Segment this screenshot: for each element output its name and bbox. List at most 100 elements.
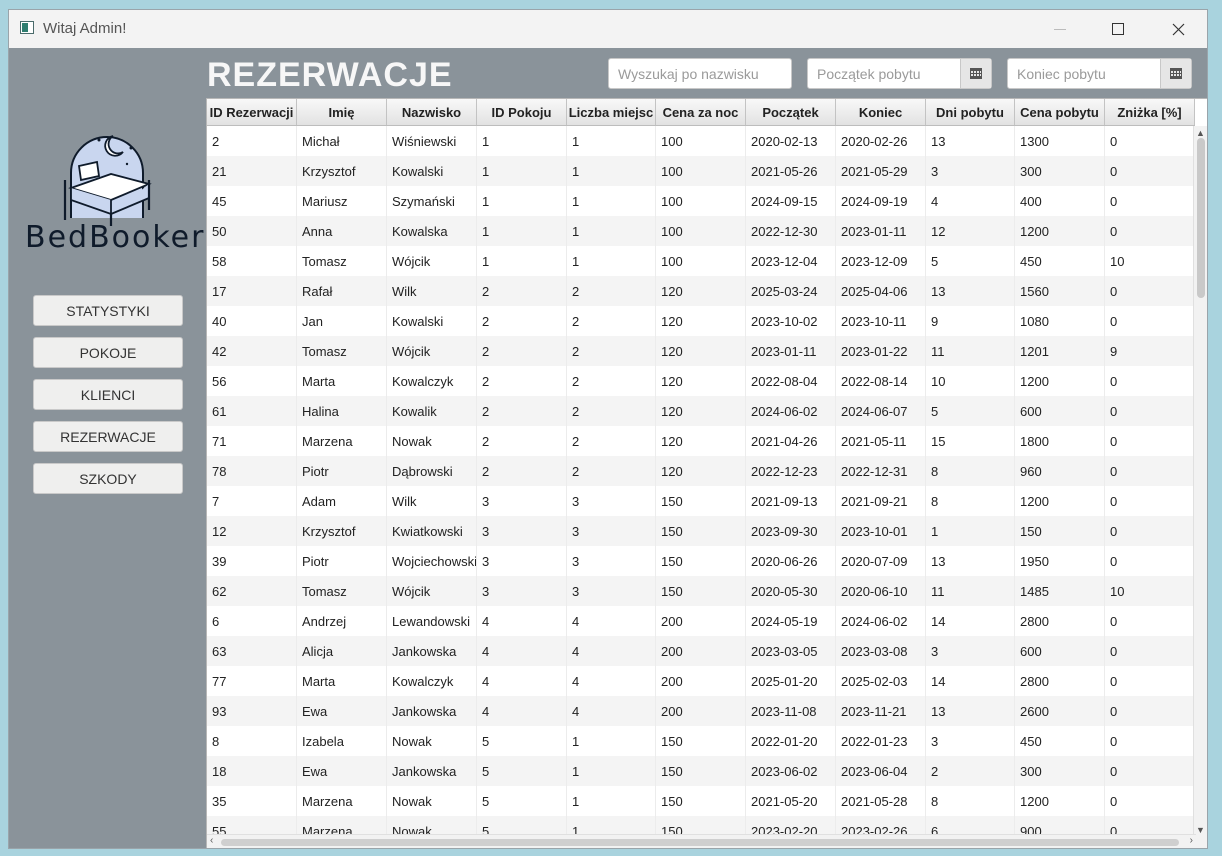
table-row[interactable]: 2 Michał Wiśniewski 1 1 100 2020-02-13 2020-02-…: [207, 126, 1195, 156]
horizontal-scrollbar[interactable]: ‹ ›: [207, 834, 1196, 848]
scroll-down-icon[interactable]: ▼: [1196, 825, 1205, 835]
column-header-col-places[interactable]: Liczba miejsc: [567, 99, 656, 125]
cell-col-start: 2023-11-08: [746, 696, 836, 726]
cell-col-end: 2021-05-11: [836, 426, 926, 456]
table-row[interactable]: 58 Tomasz Wójcik 1 1 100 2023-12-04 2023-12-09 5…: [207, 246, 1195, 276]
table-row[interactable]: 42 Tomasz Wójcik 2 2 120 2023-01-11 2023-01-22 1…: [207, 336, 1195, 366]
table-header: ID Rezerwacji Imię Nazwisko ID Pokoju Liczba…: [207, 99, 1195, 126]
column-header-col-discount[interactable]: Zniżka [%]: [1105, 99, 1195, 125]
cell-col-price-stay: 960: [1015, 456, 1105, 486]
cell-col-last-name: Kowalik: [387, 396, 477, 426]
cell-col-end: 2021-05-29: [836, 156, 926, 186]
table-row[interactable]: 35 Marzena Nowak 5 1 150 2021-05-20 2021-05-28 8…: [207, 786, 1195, 816]
cell-col-places: 2: [567, 396, 656, 426]
cell-col-days: 8: [926, 486, 1015, 516]
cell-col-discount: 0: [1105, 516, 1195, 546]
table-row[interactable]: 12 Krzysztof Kwiatkowski 3 3 150 2023-09-30 202…: [207, 516, 1195, 546]
nav-button-pokoje[interactable]: POKOJE: [33, 337, 183, 368]
table-row[interactable]: 45 Mariusz Szymański 1 1 100 2024-09-15 2024-09…: [207, 186, 1195, 216]
cell-col-room-id: 2: [477, 336, 567, 366]
cell-col-first-name: Marta: [297, 666, 387, 696]
table-row[interactable]: 6 Andrzej Lewandowski 4 4 200 2024-05-19 2024-0…: [207, 606, 1195, 636]
column-header-col-start[interactable]: Początek: [746, 99, 836, 125]
start-calendar-button[interactable]: [960, 59, 991, 88]
cell-col-last-name: Szymański: [387, 186, 477, 216]
cell-col-end: 2020-06-10: [836, 576, 926, 606]
close-button[interactable]: [1149, 10, 1207, 48]
start-date-input[interactable]: [808, 59, 962, 88]
scroll-up-icon[interactable]: ▲: [1196, 128, 1205, 138]
table-row[interactable]: 40 Jan Kowalski 2 2 120 2023-10-02 2023-10-11 9 1…: [207, 306, 1195, 336]
cell-col-first-name: Marzena: [297, 786, 387, 816]
cell-col-id: 50: [207, 216, 297, 246]
end-calendar-button[interactable]: [1160, 59, 1191, 88]
vertical-scroll-thumb[interactable]: [1197, 138, 1205, 298]
column-header-col-last-name[interactable]: Nazwisko: [387, 99, 477, 125]
nav-button-klienci[interactable]: KLIENCI: [33, 379, 183, 410]
scroll-right-icon[interactable]: ›: [1190, 835, 1193, 846]
cell-col-start: 2025-03-24: [746, 276, 836, 306]
table-row[interactable]: 17 Rafał Wilk 2 2 120 2025-03-24 2025-04-06 13 15…: [207, 276, 1195, 306]
cell-col-discount: 0: [1105, 756, 1195, 786]
start-date-picker: [807, 58, 992, 89]
table-row[interactable]: 78 Piotr Dąbrowski 2 2 120 2022-12-23 2022-12-3…: [207, 456, 1195, 486]
table-row[interactable]: 18 Ewa Jankowska 5 1 150 2023-06-02 2023-06-04 2…: [207, 756, 1195, 786]
vertical-scrollbar[interactable]: ▲ ▼: [1193, 126, 1207, 837]
table-row[interactable]: 21 Krzysztof Kowalski 1 1 100 2021-05-26 2021-0…: [207, 156, 1195, 186]
cell-col-places: 3: [567, 576, 656, 606]
table-row[interactable]: 63 Alicja Jankowska 4 4 200 2023-03-05 2023-03-…: [207, 636, 1195, 666]
cell-col-price-night: 100: [656, 156, 746, 186]
maximize-button[interactable]: [1089, 10, 1147, 48]
horizontal-scroll-thumb[interactable]: [221, 839, 1179, 846]
end-date-input[interactable]: [1008, 59, 1162, 88]
cell-col-last-name: Wójcik: [387, 576, 477, 606]
table-row[interactable]: 71 Marzena Nowak 2 2 120 2021-04-26 2021-05-11 1…: [207, 426, 1195, 456]
cell-col-price-stay: 2800: [1015, 606, 1105, 636]
table-row[interactable]: 50 Anna Kowalska 1 1 100 2022-12-30 2023-01-11 1…: [207, 216, 1195, 246]
cell-col-room-id: 4: [477, 636, 567, 666]
table-row[interactable]: 62 Tomasz Wójcik 3 3 150 2020-05-30 2020-06-10 1…: [207, 576, 1195, 606]
column-header-col-end[interactable]: Koniec: [836, 99, 926, 125]
cell-col-price-night: 200: [656, 636, 746, 666]
cell-col-price-stay: 300: [1015, 156, 1105, 186]
nav-button-szkody[interactable]: SZKODY: [33, 463, 183, 494]
column-header-col-days[interactable]: Dni pobytu: [926, 99, 1015, 125]
cell-col-room-id: 3: [477, 546, 567, 576]
table-row[interactable]: 8 Izabela Nowak 5 1 150 2022-01-20 2022-01-23 3 4…: [207, 726, 1195, 756]
column-header-col-price-stay[interactable]: Cena pobytu: [1015, 99, 1105, 125]
cell-col-room-id: 5: [477, 756, 567, 786]
cell-col-first-name: Adam: [297, 486, 387, 516]
cell-col-price-stay: 600: [1015, 396, 1105, 426]
cell-col-last-name: Nowak: [387, 726, 477, 756]
scroll-left-icon[interactable]: ‹: [210, 835, 213, 846]
table-row[interactable]: 39 Piotr Wojciechowski 3 3 150 2020-06-26 2020-…: [207, 546, 1195, 576]
cell-col-places: 1: [567, 126, 656, 156]
cell-col-places: 4: [567, 696, 656, 726]
table-row[interactable]: 77 Marta Kowalczyk 4 4 200 2025-01-20 2025-02-0…: [207, 666, 1195, 696]
cell-col-id: 7: [207, 486, 297, 516]
column-header-col-room-id[interactable]: ID Pokoju: [477, 99, 567, 125]
column-header-col-first-name[interactable]: Imię: [297, 99, 387, 125]
cell-col-price-night: 200: [656, 606, 746, 636]
title-bar: Witaj Admin!: [9, 10, 1207, 48]
minimize-button[interactable]: [1031, 10, 1089, 48]
column-header-col-id[interactable]: ID Rezerwacji: [207, 99, 297, 125]
table-row[interactable]: 93 Ewa Jankowska 4 4 200 2023-11-08 2023-11-21 1…: [207, 696, 1195, 726]
cell-col-end: 2023-01-22: [836, 336, 926, 366]
cell-col-first-name: Alicja: [297, 636, 387, 666]
cell-col-end: 2023-06-04: [836, 756, 926, 786]
cell-col-id: 77: [207, 666, 297, 696]
search-input[interactable]: [608, 58, 792, 89]
cell-col-end: 2024-06-07: [836, 396, 926, 426]
table-row[interactable]: 61 Halina Kowalik 2 2 120 2024-06-02 2024-06-07…: [207, 396, 1195, 426]
cell-col-end: 2022-12-31: [836, 456, 926, 486]
column-header-col-price-night[interactable]: Cena za noc: [656, 99, 746, 125]
nav-button-statystyki[interactable]: STATYSTYKI: [33, 295, 183, 326]
cell-col-room-id: 3: [477, 516, 567, 546]
table-row[interactable]: 56 Marta Kowalczyk 2 2 120 2022-08-04 2022-08-1…: [207, 366, 1195, 396]
nav-button-rezerwacje[interactable]: REZERWACJE: [33, 421, 183, 452]
table-row[interactable]: 7 Adam Wilk 3 3 150 2021-09-13 2021-09-21 8 1200 0: [207, 486, 1195, 516]
cell-col-id: 62: [207, 576, 297, 606]
cell-col-price-night: 150: [656, 726, 746, 756]
cell-col-first-name: Tomasz: [297, 576, 387, 606]
